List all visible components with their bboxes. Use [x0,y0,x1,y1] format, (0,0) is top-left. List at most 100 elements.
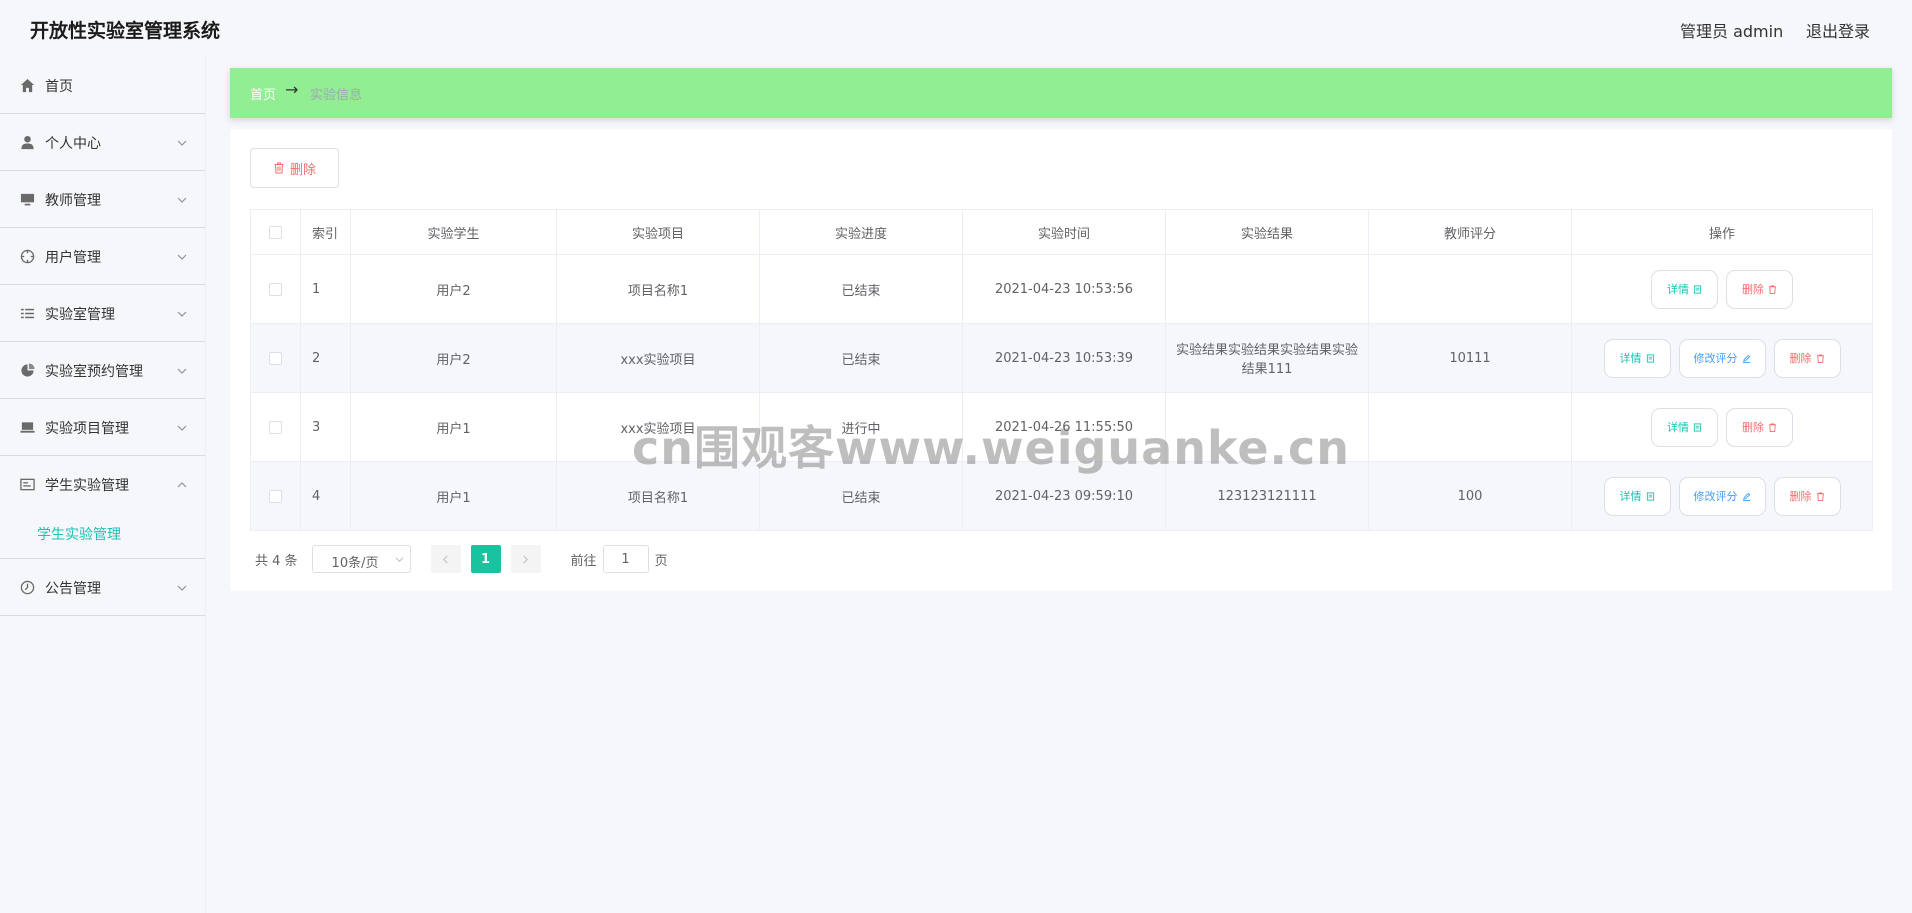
row-select-cell[interactable] [250,254,301,324]
sidebar-item-lab-management[interactable]: 实验室管理 [0,285,205,342]
cell-progress: 已结束 [759,461,963,531]
content-panel: 删除 索引 实验学生 实验项目 实验进度 实验时间 实验结果 教师评分 操作 1… [230,129,1892,591]
batch-delete-button[interactable]: 删除 [250,148,339,188]
sidebar-item-announcement[interactable]: 公告管理 [0,559,205,616]
current-user-label: 管理员 admin [1680,22,1784,41]
cell-time: 2021-04-23 10:53:56 [962,254,1166,324]
delete-button[interactable]: 删除 [1773,338,1841,378]
trash-icon [274,162,284,174]
sidebar-item-label: 首页 [45,79,73,95]
trash-icon [1768,284,1777,294]
row-select-cell[interactable] [250,323,301,393]
card-icon [20,477,35,492]
delete-button[interactable]: 删除 [1773,476,1841,516]
table-row: 3 用户1 xxx实验项目 进行中 2021-04-26 11:55:50 详情… [250,392,1873,462]
clock-icon [20,580,35,595]
delete-label: 删除 [1789,352,1812,365]
user-icon [20,135,35,150]
sidebar-item-label: 实验室管理 [45,307,115,323]
sidebar-item-label: 教师管理 [45,193,101,209]
sidebar-item-label: 公告管理 [45,581,101,597]
detail-button[interactable]: 详情 [1651,269,1718,309]
page-size-select[interactable]: 10条/页 [311,545,411,573]
chevron-down-icon [177,193,187,203]
edit-icon [1742,354,1750,363]
column-header: 实验时间 [962,209,1166,255]
document-icon [1693,422,1702,432]
table-row: 2 用户2 xxx实验项目 已结束 2021-04-23 10:53:39 实验… [250,323,1873,393]
prev-page-button[interactable] [430,545,461,573]
cell-index: 4 [300,461,351,531]
column-header: 实验进度 [759,209,963,255]
edit-score-label: 修改评分 [1693,490,1738,503]
column-header: 索引 [300,209,351,255]
chevron-left-icon [442,554,448,564]
chevron-down-icon [177,364,187,374]
chevron-down-icon [177,136,187,146]
row-checkbox[interactable] [269,420,282,434]
sidebar-item-student-experiment[interactable]: 学生实验管理 [0,456,205,513]
detail-button[interactable]: 详情 [1603,476,1671,516]
row-select-cell[interactable] [250,392,301,462]
sidebar-item-home[interactable]: 首页 [0,57,205,114]
breadcrumb-current: 实验信息 [310,88,363,103]
detail-label: 详情 [1619,490,1642,503]
chevron-down-icon [177,250,187,260]
sidebar-group-student-experiment: 学生实验管理 学生实验管理 [0,456,205,559]
sidebar-item-personal-center[interactable]: 个人中心 [0,114,205,171]
cell-student: 用户1 [350,392,557,462]
delete-button[interactable]: 删除 [1726,269,1793,309]
pagination: 共 4 条 10条/页 1 前往 页 [255,545,668,573]
sidebar-item-label: 用户管理 [45,250,101,266]
chevron-down-icon [177,421,187,431]
detail-label: 详情 [1667,421,1689,434]
cell-time: 2021-04-23 10:53:39 [962,323,1166,393]
edit-score-label: 修改评分 [1693,352,1738,365]
cell-project: 项目名称1 [556,254,760,324]
detail-button[interactable]: 详情 [1651,407,1718,447]
next-page-button[interactable] [510,545,541,573]
trash-icon [1816,491,1824,501]
sidebar-item-lab-reservation[interactable]: 实验室预约管理 [0,342,205,399]
row-checkbox[interactable] [269,351,282,365]
row-checkbox[interactable] [269,282,282,296]
cell-result: 123123121111 [1165,461,1369,531]
sidebar-item-teacher-management[interactable]: 教师管理 [0,171,205,228]
select-all-cell[interactable] [250,209,301,255]
sidebar-item-lab-project[interactable]: 实验项目管理 [0,399,205,456]
pagination-total: 共 4 条 [255,553,298,569]
edit-score-button[interactable]: 修改评分 [1678,476,1766,516]
delete-label: 删除 [1789,490,1812,503]
select-all-checkbox[interactable] [269,225,282,239]
chevron-up-icon [177,478,187,488]
delete-label: 删除 [1742,283,1764,296]
row-select-cell[interactable] [250,461,301,531]
goto-page-input[interactable] [602,545,649,573]
edit-icon [1742,492,1750,501]
page-number-button[interactable]: 1 [470,545,501,573]
detail-button[interactable]: 详情 [1603,338,1671,378]
column-header: 实验学生 [350,209,557,255]
cell-progress: 已结束 [759,323,963,393]
cell-score: 10111 [1368,323,1572,393]
sidebar-subitem-student-experiment[interactable]: 学生实验管理 [0,513,205,558]
page-suffix: 页 [654,553,668,569]
edit-score-button[interactable]: 修改评分 [1678,338,1766,378]
chevron-down-icon [177,581,187,591]
experiment-table: 索引 实验学生 实验项目 实验进度 实验时间 实验结果 教师评分 操作 1 用户… [250,209,1873,531]
cell-project: xxx实验项目 [556,392,760,462]
cell-score [1368,392,1572,462]
sidebar-item-user-management[interactable]: 用户管理 [0,228,205,285]
home-icon [20,78,35,93]
laptop-icon [20,420,35,435]
detail-label: 详情 [1619,352,1642,365]
sidebar-item-label: 实验室预约管理 [45,364,143,380]
cell-progress: 已结束 [759,254,963,324]
column-header: 操作 [1571,209,1873,255]
trash-icon [1816,353,1824,363]
sidebar-item-label: 个人中心 [45,136,101,152]
row-checkbox[interactable] [269,489,282,503]
delete-button[interactable]: 删除 [1726,407,1793,447]
breadcrumb-home-link[interactable]: 首页 [250,84,276,103]
logout-link[interactable]: 退出登录 [1806,18,1870,42]
